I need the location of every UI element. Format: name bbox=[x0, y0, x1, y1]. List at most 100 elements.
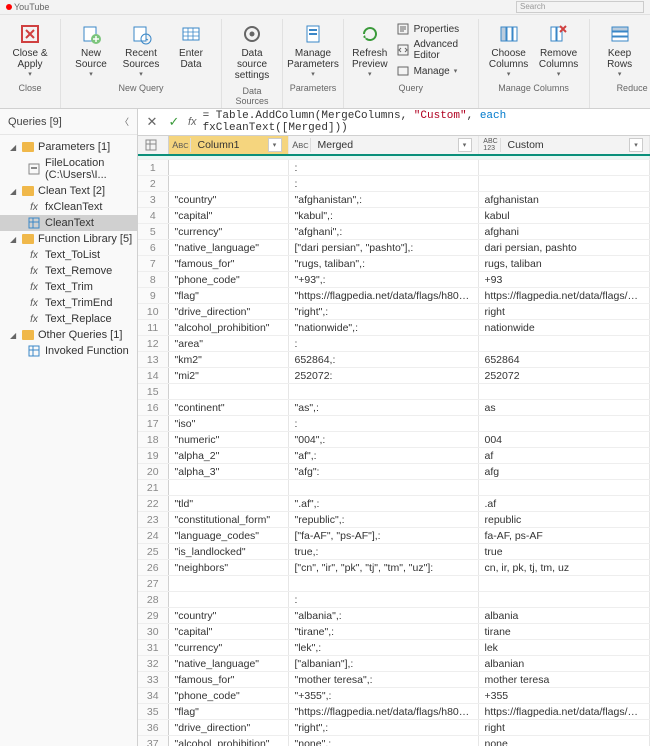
tree-folder[interactable]: ◢Parameters [1] bbox=[0, 139, 137, 155]
cell-merged[interactable]: true,: bbox=[288, 544, 478, 560]
cell-merged[interactable]: "mother teresa",: bbox=[288, 672, 478, 688]
cell-custom[interactable]: 252072 bbox=[478, 368, 650, 384]
tree-item[interactable]: fxText_ToList bbox=[0, 247, 137, 263]
row-number[interactable]: 11 bbox=[138, 320, 168, 336]
row-number[interactable]: 26 bbox=[138, 560, 168, 576]
cell-column1[interactable]: "country" bbox=[168, 192, 288, 208]
row-number[interactable]: 12 bbox=[138, 336, 168, 352]
cell-column1[interactable]: "capital" bbox=[168, 208, 288, 224]
cell-custom[interactable]: 004 bbox=[478, 432, 650, 448]
cell-column1[interactable]: "currency" bbox=[168, 224, 288, 240]
cell-column1[interactable]: "constitutional_form" bbox=[168, 512, 288, 528]
row-number[interactable]: 32 bbox=[138, 656, 168, 672]
row-number[interactable]: 8 bbox=[138, 272, 168, 288]
cell-merged[interactable]: ["fa-AF", "ps-AF"],: bbox=[288, 528, 478, 544]
recent-sources-button[interactable]: RecentSources▾ bbox=[117, 19, 165, 81]
cell-merged[interactable]: "afghani",: bbox=[288, 224, 478, 240]
table-row[interactable]: 13"km2"652864,:652864 bbox=[138, 352, 650, 368]
cell-column1[interactable]: "alpha_2" bbox=[168, 448, 288, 464]
cell-merged[interactable]: ".af",: bbox=[288, 496, 478, 512]
cell-column1[interactable]: "numeric" bbox=[168, 432, 288, 448]
cell-merged[interactable]: "https://flagpedia.net/data/flags/h80/al… bbox=[288, 704, 478, 720]
table-row[interactable]: 24"language_codes"["fa-AF", "ps-AF"],:fa… bbox=[138, 528, 650, 544]
cell-column1[interactable]: "continent" bbox=[168, 400, 288, 416]
data-grid[interactable]: ABCColumn1▾ ABCMerged▾ ABC123Custom▾ 1:2… bbox=[138, 136, 650, 746]
cell-custom[interactable]: right bbox=[478, 720, 650, 736]
cell-custom[interactable] bbox=[478, 160, 650, 176]
cell-column1[interactable] bbox=[168, 480, 288, 496]
manage-parameters-button[interactable]: ManageParameters▾ bbox=[289, 19, 337, 81]
row-number[interactable]: 7 bbox=[138, 256, 168, 272]
row-number[interactable]: 2 bbox=[138, 176, 168, 192]
cell-merged[interactable]: "af",: bbox=[288, 448, 478, 464]
row-number[interactable]: 31 bbox=[138, 640, 168, 656]
tree-item[interactable]: fxText_TrimEnd bbox=[0, 295, 137, 311]
filter-dropdown-icon[interactable]: ▾ bbox=[268, 138, 282, 152]
cell-merged[interactable]: "rugs, taliban",: bbox=[288, 256, 478, 272]
cell-column1[interactable] bbox=[168, 576, 288, 592]
remove-rows-button[interactable]: RemoveRows▾ bbox=[646, 19, 650, 81]
cell-column1[interactable]: "drive_direction" bbox=[168, 720, 288, 736]
cell-merged[interactable] bbox=[288, 384, 478, 400]
cell-custom[interactable]: .af bbox=[478, 496, 650, 512]
row-number[interactable]: 33 bbox=[138, 672, 168, 688]
cell-merged[interactable]: 252072: bbox=[288, 368, 478, 384]
cell-custom[interactable]: afg bbox=[478, 464, 650, 480]
collapse-icon[interactable]: 〈 bbox=[120, 115, 129, 128]
cell-merged[interactable]: "kabul",: bbox=[288, 208, 478, 224]
row-number[interactable]: 13 bbox=[138, 352, 168, 368]
cell-merged[interactable] bbox=[288, 576, 478, 592]
cell-merged[interactable]: "none",: bbox=[288, 736, 478, 746]
cell-merged[interactable]: ["cn", "ir", "pk", "tj", "tm", "uz"]: bbox=[288, 560, 478, 576]
cell-merged[interactable]: "right",: bbox=[288, 304, 478, 320]
row-number[interactable]: 1 bbox=[138, 160, 168, 176]
cell-custom[interactable] bbox=[478, 480, 650, 496]
cell-custom[interactable]: af bbox=[478, 448, 650, 464]
table-row[interactable]: 29"country""albania",:albania bbox=[138, 608, 650, 624]
table-row[interactable]: 19"alpha_2""af",:af bbox=[138, 448, 650, 464]
table-row[interactable]: 16"continent""as",:as bbox=[138, 400, 650, 416]
cell-column1[interactable]: "currency" bbox=[168, 640, 288, 656]
cell-custom[interactable]: 652864 bbox=[478, 352, 650, 368]
cell-column1[interactable] bbox=[168, 592, 288, 608]
cell-custom[interactable]: https://flagpedia.net/data/flags/h80/al.… bbox=[478, 704, 650, 720]
table-row[interactable]: 4"capital""kabul",:kabul bbox=[138, 208, 650, 224]
cell-custom[interactable]: true bbox=[478, 544, 650, 560]
table-row[interactable]: 28: bbox=[138, 592, 650, 608]
cancel-formula-button[interactable]: ✕ bbox=[144, 114, 160, 130]
table-row[interactable]: 33"famous_for""mother teresa",:mother te… bbox=[138, 672, 650, 688]
cell-merged[interactable]: "+93",: bbox=[288, 272, 478, 288]
cell-custom[interactable]: +355 bbox=[478, 688, 650, 704]
cell-custom[interactable]: rugs, taliban bbox=[478, 256, 650, 272]
cell-column1[interactable]: "alcohol_prohibition" bbox=[168, 736, 288, 746]
row-number[interactable]: 30 bbox=[138, 624, 168, 640]
table-row[interactable]: 26"neighbors"["cn", "ir", "pk", "tj", "t… bbox=[138, 560, 650, 576]
cell-custom[interactable]: +93 bbox=[478, 272, 650, 288]
table-row[interactable]: 25"is_landlocked"true,:true bbox=[138, 544, 650, 560]
cell-merged[interactable] bbox=[288, 480, 478, 496]
row-number[interactable]: 36 bbox=[138, 720, 168, 736]
manage-query-button[interactable]: Manage ▾ bbox=[392, 63, 472, 79]
advanced-editor-button[interactable]: Advanced Editor bbox=[392, 38, 472, 62]
cell-merged[interactable]: "tirane",: bbox=[288, 624, 478, 640]
cell-custom[interactable]: albanian bbox=[478, 656, 650, 672]
row-number[interactable]: 16 bbox=[138, 400, 168, 416]
title-search[interactable]: Search bbox=[516, 1, 644, 13]
type-text-icon[interactable]: ABC bbox=[172, 138, 191, 152]
cell-custom[interactable]: cn, ir, pk, tj, tm, uz bbox=[478, 560, 650, 576]
column-header-merged[interactable]: ABCMerged▾ bbox=[288, 136, 478, 155]
row-number[interactable]: 23 bbox=[138, 512, 168, 528]
cell-merged[interactable]: "afghanistan",: bbox=[288, 192, 478, 208]
table-row[interactable]: 5"currency""afghani",:afghani bbox=[138, 224, 650, 240]
cell-column1[interactable]: "alcohol_prohibition" bbox=[168, 320, 288, 336]
column-header-column1[interactable]: ABCColumn1▾ bbox=[168, 136, 288, 155]
cell-merged[interactable]: "afg": bbox=[288, 464, 478, 480]
table-row[interactable]: 36"drive_direction""right",:right bbox=[138, 720, 650, 736]
table-row[interactable]: 2: bbox=[138, 176, 650, 192]
cell-custom[interactable]: fa-AF, ps-AF bbox=[478, 528, 650, 544]
table-row[interactable]: 21 bbox=[138, 480, 650, 496]
cell-merged[interactable]: : bbox=[288, 176, 478, 192]
cell-merged[interactable]: "004",: bbox=[288, 432, 478, 448]
row-number[interactable]: 24 bbox=[138, 528, 168, 544]
cell-column1[interactable]: "is_landlocked" bbox=[168, 544, 288, 560]
